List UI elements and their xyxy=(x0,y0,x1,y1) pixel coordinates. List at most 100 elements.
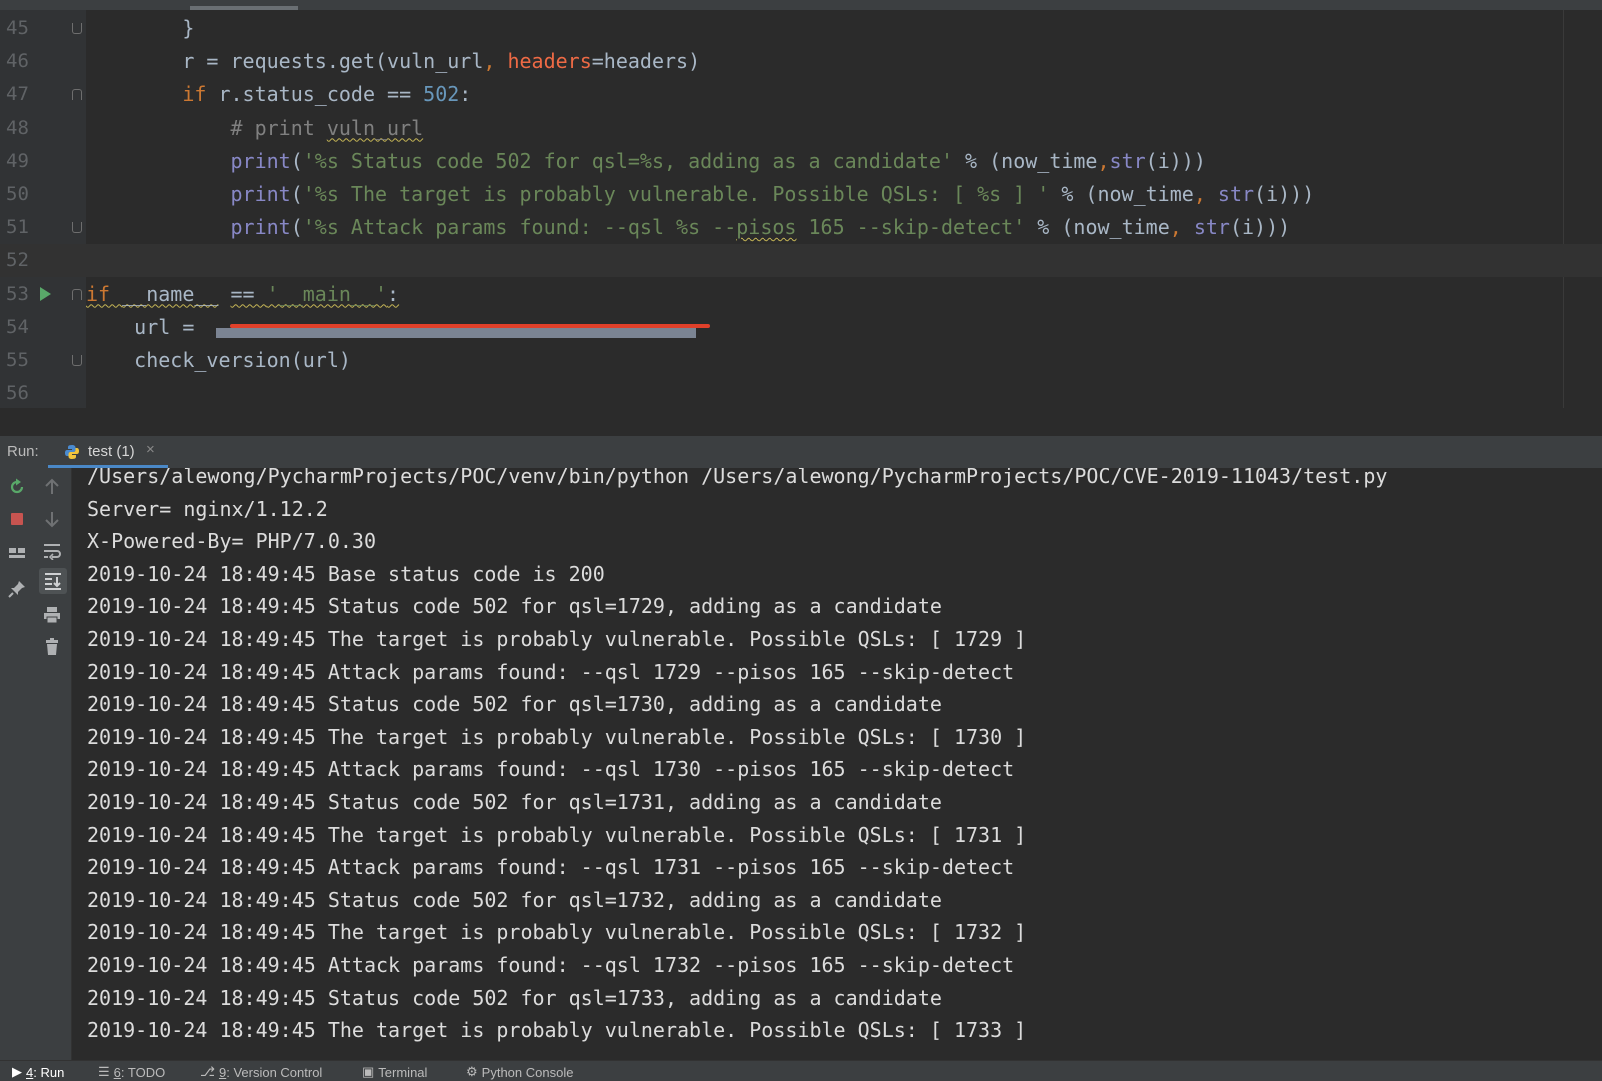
console-line: 2019-10-24 18:49:45 The target is probab… xyxy=(87,627,1027,651)
tool-window-run-label: 4: Run xyxy=(26,1064,65,1080)
code-token: r = requests.get(vuln_url xyxy=(86,49,484,74)
code-token: == xyxy=(230,281,267,306)
code-line[interactable]: 51 print('%s Attack params found: --qsl … xyxy=(0,211,1602,244)
console-line: 2019-10-24 18:49:45 Attack params found:… xyxy=(87,659,1015,684)
fold-marker-icon[interactable] xyxy=(72,222,82,234)
arrow-up-icon[interactable] xyxy=(43,478,61,496)
code-token: url = xyxy=(86,314,207,339)
redacted-url xyxy=(216,323,710,338)
tool-window-bar: ▶ 4: Run ☰ 6: TODO ⎇ 9: Version Control … xyxy=(0,1060,1602,1081)
tool-window-version-control[interactable]: ⎇ 9: Version Control xyxy=(200,1064,322,1080)
code-line[interactable]: 50 print('%s The target is probably vuln… xyxy=(0,178,1602,211)
code-token: str xyxy=(1109,148,1146,173)
code-token: =headers) xyxy=(591,49,701,74)
console-line: 2019-10-24 18:49:45 Status code 502 for … xyxy=(87,985,942,1010)
code-line[interactable]: 54 url = xyxy=(0,311,1602,344)
print-icon[interactable] xyxy=(43,606,61,624)
soft-wrap-icon[interactable] xyxy=(43,542,61,560)
code-token: (i))) xyxy=(1229,215,1291,240)
code-text: url = xyxy=(86,311,206,344)
line-number: 47 xyxy=(6,83,29,106)
code-line[interactable]: 49 print('%s Status code 502 for qsl=%s,… xyxy=(0,145,1602,178)
code-token: str xyxy=(1217,182,1255,206)
trash-icon[interactable] xyxy=(43,638,61,656)
console-line: X-Powered-By= PHP/7.0.30 xyxy=(87,529,376,554)
code-text: print('%s Attack params found: --qsl %s … xyxy=(86,211,1291,244)
stop-icon[interactable] xyxy=(8,510,26,528)
tool-window-run[interactable]: ▶ 4: Run xyxy=(12,1064,64,1080)
code-line[interactable]: 48 # print vuln_url xyxy=(0,112,1602,145)
line-number: 50 xyxy=(6,183,29,205)
line-number: 49 xyxy=(6,149,29,172)
code-text: check_version(url) xyxy=(86,344,351,377)
console-line: 2019-10-24 18:49:45 Attack params found:… xyxy=(87,953,1015,977)
run-tab-test[interactable]: test (1) × xyxy=(48,436,168,468)
close-tab-icon[interactable]: × xyxy=(146,441,155,458)
code-token: check_version(url) xyxy=(86,348,351,372)
code-token: (i))) xyxy=(1254,182,1315,206)
code-line[interactable]: 55 check_version(url) xyxy=(0,344,1602,377)
console-line: 2019-10-24 18:49:45 Status code 502 for … xyxy=(87,790,942,814)
line-number: 48 xyxy=(6,116,29,139)
fold-marker-icon[interactable] xyxy=(72,89,82,101)
code-token: , xyxy=(483,49,508,74)
tool-window-todo[interactable]: ☰ 6: TODO xyxy=(98,1064,165,1080)
code-line[interactable]: 47 if r.status_code == 502: xyxy=(0,78,1602,111)
console-line: 2019-10-24 18:49:45 Status code 502 for … xyxy=(87,887,942,912)
code-token: 165 --skip-detect' xyxy=(796,215,1026,240)
code-token: pisos xyxy=(736,215,797,240)
code-token: , xyxy=(1169,215,1194,240)
code-token: ( xyxy=(290,182,303,206)
code-line[interactable]: 53 if __name__ == '__main__': xyxy=(0,278,1602,311)
console-line: 2019-10-24 18:49:45 Status code 502 for … xyxy=(87,594,942,619)
code-token: print xyxy=(230,182,291,206)
terminal-icon: ▣ xyxy=(362,1064,375,1079)
line-number: 55 xyxy=(6,349,29,371)
code-token: if xyxy=(182,82,219,107)
branch-icon: ⎇ xyxy=(200,1064,215,1079)
code-line[interactable]: 56 xyxy=(0,377,1602,408)
console-line: 2019-10-24 18:49:45 The target is probab… xyxy=(87,1018,1027,1043)
run-toolbar-secondary xyxy=(35,468,72,1060)
code-token: : xyxy=(459,82,472,107)
code-token: (i))) xyxy=(1145,148,1206,173)
fold-marker-icon[interactable] xyxy=(72,355,82,366)
tool-window-terminal[interactable]: ▣ Terminal xyxy=(362,1064,427,1080)
code-token: print xyxy=(230,148,291,173)
code-token: '%s Attack params found: --qsl %s -- xyxy=(302,215,737,240)
code-line[interactable]: 45 } xyxy=(0,12,1602,45)
editor-tab-strip xyxy=(0,0,1602,10)
tool-window-python-console-label: Python Console xyxy=(481,1064,574,1080)
code-line[interactable]: 46 r = requests.get(vuln_url, headers=he… xyxy=(0,45,1602,78)
panel-divider[interactable] xyxy=(0,408,1602,436)
layout-icon[interactable] xyxy=(8,544,26,562)
run-gutter-icon[interactable] xyxy=(40,286,51,301)
console-line: 2019-10-24 18:49:45 Attack params found:… xyxy=(87,757,1015,782)
code-text: if r.status_code == 502: xyxy=(86,78,471,111)
code-text: if __name__ == '__main__': xyxy=(86,278,399,311)
code-token: , xyxy=(1193,182,1218,206)
code-token: } xyxy=(86,16,195,40)
code-token: r.status_code == xyxy=(218,82,424,107)
arrow-down-icon[interactable] xyxy=(43,510,61,528)
code-text: # print vuln_url xyxy=(86,112,423,145)
rerun-icon[interactable] xyxy=(8,478,26,496)
code-token: '%s Status code 502 for qsl=%s, adding a… xyxy=(302,148,953,173)
fold-marker-icon[interactable] xyxy=(72,288,82,300)
fold-marker-icon[interactable] xyxy=(72,23,82,34)
tool-window-python-console[interactable]: ⚙ Python Console xyxy=(466,1064,573,1080)
code-editor[interactable]: 45 } 46 r = requests.get(vuln_url, header… xyxy=(0,10,1602,408)
scroll-to-end-toggle[interactable] xyxy=(39,568,67,594)
scroll-to-end-icon xyxy=(45,573,61,590)
code-token: if xyxy=(86,281,123,306)
code-token: ( xyxy=(290,215,303,240)
console-output[interactable]: /Users/alewong/PycharmProjects/POC/venv/… xyxy=(72,468,1602,1060)
console-line: /Users/alewong/PycharmProjects/POC/venv/… xyxy=(87,468,1388,488)
code-token: vuln_url xyxy=(326,115,424,140)
console-line: 2019-10-24 18:49:45 The target is probab… xyxy=(87,822,1027,847)
pin-icon[interactable] xyxy=(8,580,26,598)
code-line[interactable]: 52 xyxy=(0,244,1602,278)
